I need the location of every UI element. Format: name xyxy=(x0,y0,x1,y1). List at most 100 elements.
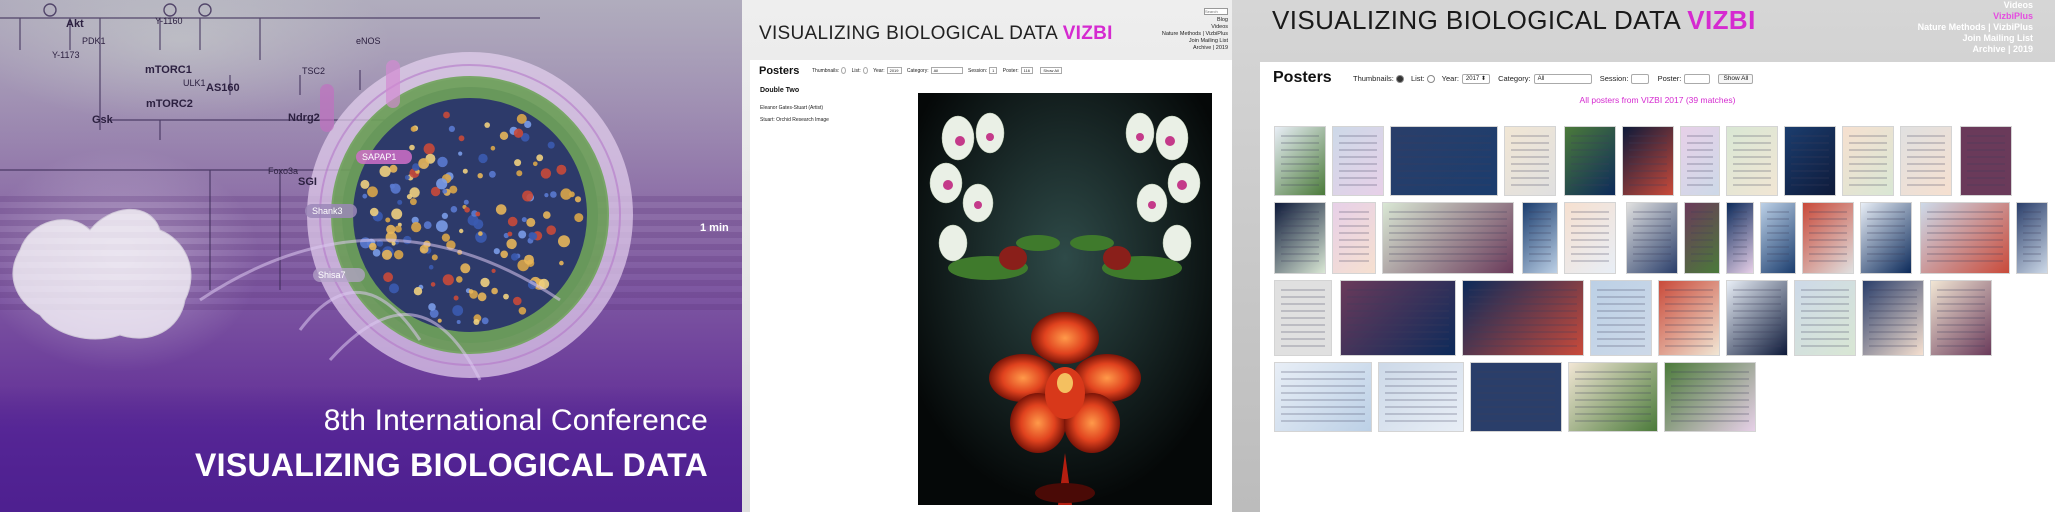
year-value: 2017 xyxy=(1465,76,1480,83)
posters-heading: Posters xyxy=(759,65,800,77)
poster-thumbnail[interactable] xyxy=(1760,202,1796,274)
protein-blob xyxy=(478,153,488,164)
poster-thumbnail[interactable] xyxy=(1470,362,1562,432)
thumbnails-radio[interactable] xyxy=(841,67,847,74)
poster-thumbnail[interactable] xyxy=(1568,362,1658,432)
list-label: List: xyxy=(851,67,861,74)
poster-thumbnail[interactable] xyxy=(1564,202,1616,274)
poster-thumbnail[interactable] xyxy=(1522,202,1558,274)
poster-thumbnail[interactable] xyxy=(1564,126,1616,196)
category-select[interactable]: All xyxy=(930,67,963,74)
poster-thumbnail[interactable] xyxy=(1658,280,1720,356)
nav-link[interactable]: Blog xyxy=(1162,17,1228,24)
poster-thumbnail[interactable] xyxy=(1274,202,1326,274)
poster-thumbnail[interactable] xyxy=(1862,280,1924,356)
poster-thumbnail[interactable] xyxy=(1960,126,2012,196)
protein-blob xyxy=(394,250,404,260)
poster-thumbnail[interactable] xyxy=(1332,202,1376,274)
poster-thumbnail[interactable] xyxy=(1462,280,1584,356)
poster-thumbnail[interactable] xyxy=(1332,126,1384,196)
posters-heading: Posters xyxy=(1273,69,1332,86)
protein-blob xyxy=(464,207,470,213)
thumbnail-content xyxy=(1571,211,1609,265)
poster-thumbnail[interactable] xyxy=(1378,362,1464,432)
nav-link[interactable]: Nature Methods | VizbiPlus xyxy=(1918,22,2033,33)
poster-thumbnail[interactable] xyxy=(1680,126,1720,196)
poster-thumbnail[interactable] xyxy=(1390,126,1498,196)
poster-thumbnail[interactable] xyxy=(1802,202,1854,274)
poster-thumbnail[interactable] xyxy=(1920,202,2010,274)
session-select[interactable]: 1 xyxy=(989,67,998,74)
poster-thumbnail[interactable] xyxy=(1274,126,1326,196)
poster-thumbnail[interactable] xyxy=(1382,202,1514,274)
protein-blob xyxy=(507,231,513,237)
protein-blob xyxy=(484,122,491,128)
thumbnail-content xyxy=(1575,371,1651,423)
poster-thumbnail[interactable] xyxy=(1340,280,1456,356)
poster-thumbnail[interactable] xyxy=(1684,202,1720,274)
protein-blob xyxy=(507,216,518,227)
thumbnails-radio[interactable] xyxy=(1395,75,1404,84)
poster-thumbnail[interactable] xyxy=(1726,126,1778,196)
protein-blob xyxy=(477,292,487,302)
protein-blob xyxy=(495,204,507,215)
protein-blob xyxy=(513,296,522,306)
poster-thumbnail[interactable] xyxy=(1794,280,1856,356)
poster-thumbnail[interactable] xyxy=(1726,202,1754,274)
year-select[interactable]: 2017 ⬍ xyxy=(1461,74,1490,85)
protein-blob xyxy=(419,244,429,254)
thumbnail-content xyxy=(1849,135,1887,187)
nav-link[interactable]: Videos xyxy=(1918,0,2033,11)
protein-blob xyxy=(518,230,527,239)
poster-thumbnail[interactable] xyxy=(1784,126,1836,196)
protein-blob xyxy=(574,213,584,223)
poster-description: Stuart: Orchid Research Image xyxy=(760,117,829,123)
show-all-button[interactable]: Show All xyxy=(1040,67,1062,74)
protein-blob xyxy=(385,217,391,223)
category-value: All xyxy=(1537,76,1545,83)
nav-link[interactable]: Join Mailing List xyxy=(1918,33,2033,44)
poster-thumbnail[interactable] xyxy=(1664,362,1756,432)
list-radio[interactable] xyxy=(1426,75,1435,84)
poster-thumbnail[interactable] xyxy=(1930,280,1992,356)
nav-link[interactable]: VizbiPlus xyxy=(1918,11,2033,22)
poster-thumbnail[interactable] xyxy=(1274,362,1372,432)
poster-thumbnail[interactable] xyxy=(1622,126,1674,196)
poster-thumbnail[interactable] xyxy=(1274,280,1332,356)
poster-select[interactable] xyxy=(1684,74,1711,85)
protein-blob xyxy=(394,225,402,233)
poster-thumbnail[interactable] xyxy=(1726,280,1788,356)
site-title[interactable]: VISUALIZING BIOLOGICAL DATA VIZBI xyxy=(759,23,1113,45)
year-select[interactable]: 2019 xyxy=(886,67,902,74)
session-select[interactable] xyxy=(1631,74,1650,85)
protein-blob xyxy=(491,268,496,273)
protein-blob xyxy=(533,161,538,167)
nav-link[interactable]: Videos xyxy=(1162,24,1228,31)
poster-select[interactable]: 116 xyxy=(1020,67,1034,74)
thumbnail-content xyxy=(1665,289,1713,347)
site-title[interactable]: VISUALIZING BIOLOGICAL DATA VIZBI xyxy=(1272,5,1756,36)
protein-blob xyxy=(391,241,396,246)
show-all-button[interactable]: Show All xyxy=(1718,74,1754,85)
category-select[interactable]: All xyxy=(1533,74,1592,85)
poster-image[interactable] xyxy=(918,93,1212,505)
search-input[interactable] xyxy=(1204,8,1228,15)
pathway-label: Y-1173 xyxy=(52,50,80,60)
pathway-label: 1 min xyxy=(700,222,729,234)
protein-blob xyxy=(514,159,522,167)
poster-thumbnail[interactable] xyxy=(1842,126,1894,196)
protein-blob xyxy=(456,276,463,283)
poster-thumbnail[interactable] xyxy=(1626,202,1678,274)
poster-thumbnail[interactable] xyxy=(1860,202,1912,274)
poster-thumbnail[interactable] xyxy=(1590,280,1652,356)
poster-thumbnail[interactable] xyxy=(2016,202,2048,274)
nav-link[interactable]: Archive | 2019 xyxy=(1918,44,2033,55)
list-radio[interactable] xyxy=(862,67,868,74)
poster-thumbnail[interactable] xyxy=(1504,126,1556,196)
protein-blob xyxy=(448,125,455,132)
nav-link[interactable]: Nature Methods | VizbiPlus xyxy=(1162,31,1228,38)
protein-blob xyxy=(490,145,496,151)
nav-link[interactable]: Archive | 2019 xyxy=(1162,45,1228,52)
poster-thumbnail[interactable] xyxy=(1900,126,1952,196)
nav-link[interactable]: Join Mailing List xyxy=(1162,38,1228,45)
